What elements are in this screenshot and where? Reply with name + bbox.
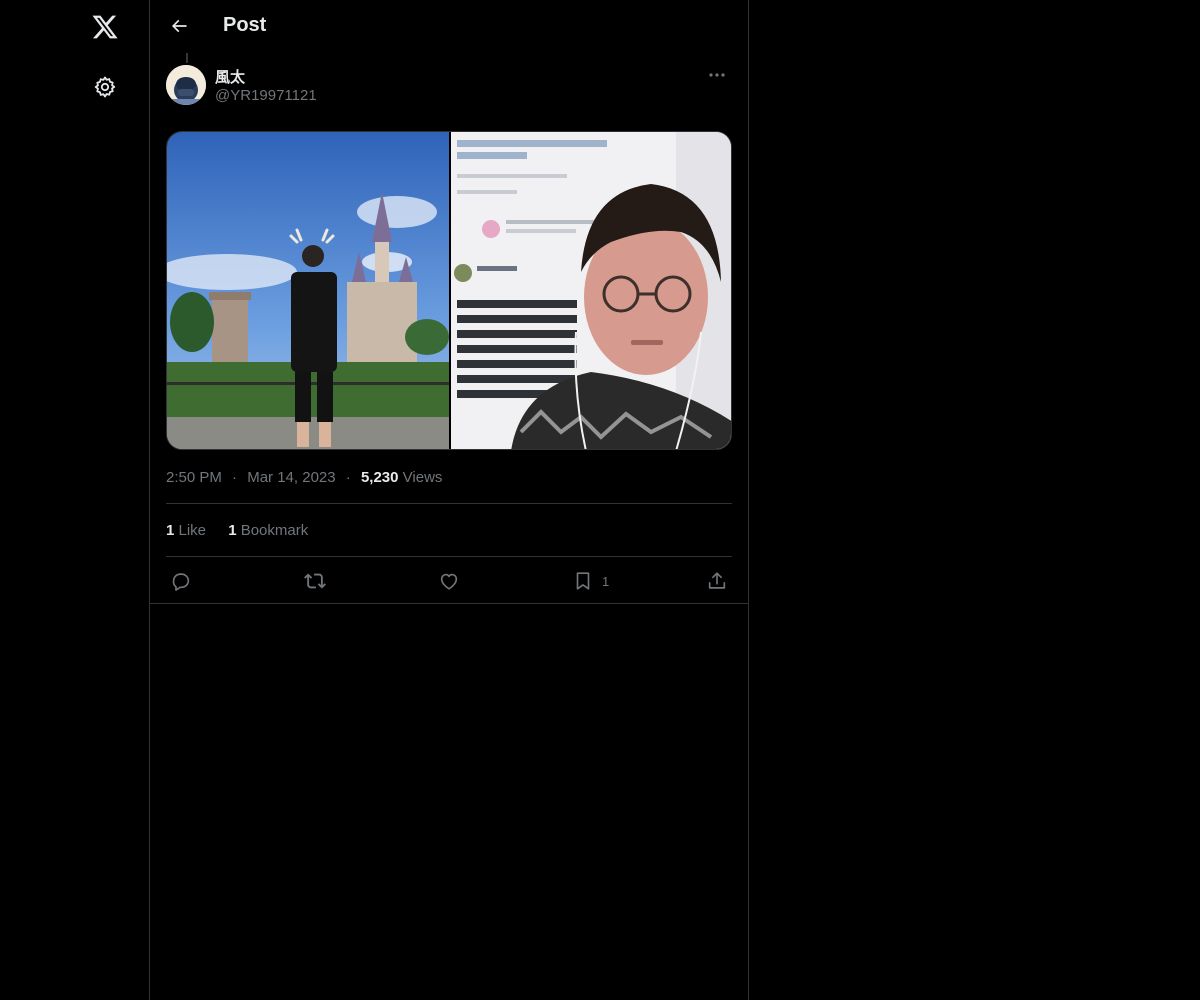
x-logo-icon (92, 15, 118, 39)
photo-castle-icon (167, 132, 449, 449)
views-count: 5,230 (360, 469, 399, 486)
more-horizontal-icon (709, 73, 725, 77)
page-header: Post (150, 0, 748, 53)
heart-icon (440, 573, 458, 590)
post-date[interactable]: Mar 14, 2023 (247, 469, 335, 486)
photo-video-call-icon (451, 132, 731, 449)
page-title: Post (223, 14, 267, 36)
repost-icon (304, 573, 326, 589)
share-icon (708, 572, 726, 589)
post-bottom-border (150, 603, 748, 604)
bookmark-button[interactable]: 1 (572, 566, 609, 596)
avatar-image (166, 65, 206, 105)
divider (166, 503, 732, 504)
action-bar: 1 (166, 566, 732, 598)
thread-connector-line (186, 53, 188, 63)
author-handle[interactable]: @YR19971121 (215, 87, 317, 104)
post-author: 風太 @YR19971121 (166, 63, 732, 107)
reply-icon (172, 573, 190, 591)
likes-label: Like (174, 522, 207, 539)
post-stats: 1 Like 1 Bookmark (166, 522, 326, 539)
bookmark-icon (576, 572, 590, 590)
bookmarks-count: 1 (228, 522, 237, 539)
meta-separator: · (232, 469, 238, 486)
post-views[interactable]: 5,230 Views (361, 469, 442, 486)
app: Post 風太 @YR19971121 2:50 PM · Mar 14, 20… (0, 0, 1200, 1000)
arrow-left-icon (171, 19, 187, 33)
media-image-1[interactable] (167, 132, 449, 449)
back-button[interactable] (162, 9, 196, 43)
author-name[interactable]: 風太 (215, 66, 245, 87)
bookmarks-stat[interactable]: 1 Bookmark (228, 522, 308, 539)
main-column: Post 風太 @YR19971121 2:50 PM · Mar 14, 20… (149, 0, 749, 1000)
settings-button[interactable] (82, 64, 128, 110)
more-options-button[interactable] (702, 63, 732, 87)
reply-button[interactable] (170, 566, 192, 596)
bookmarks-label: Bookmark (236, 522, 309, 539)
x-logo-button[interactable] (82, 4, 128, 50)
share-button[interactable] (706, 566, 728, 596)
post-media (166, 131, 732, 450)
meta-separator: · (345, 469, 351, 486)
views-label: Views (398, 469, 443, 486)
bookmark-count: 1 (602, 573, 610, 589)
gear-icon (94, 76, 116, 98)
like-button[interactable] (438, 566, 460, 596)
media-image-2[interactable] (451, 132, 731, 449)
likes-stat[interactable]: 1 Like (166, 522, 206, 539)
repost-button[interactable] (304, 566, 326, 596)
post-time[interactable]: 2:50 PM (166, 469, 222, 486)
post-meta: 2:50 PM · Mar 14, 2023 · 5,230 Views (166, 469, 442, 486)
avatar[interactable] (166, 65, 206, 105)
divider (166, 556, 732, 557)
left-nav (0, 0, 149, 1000)
